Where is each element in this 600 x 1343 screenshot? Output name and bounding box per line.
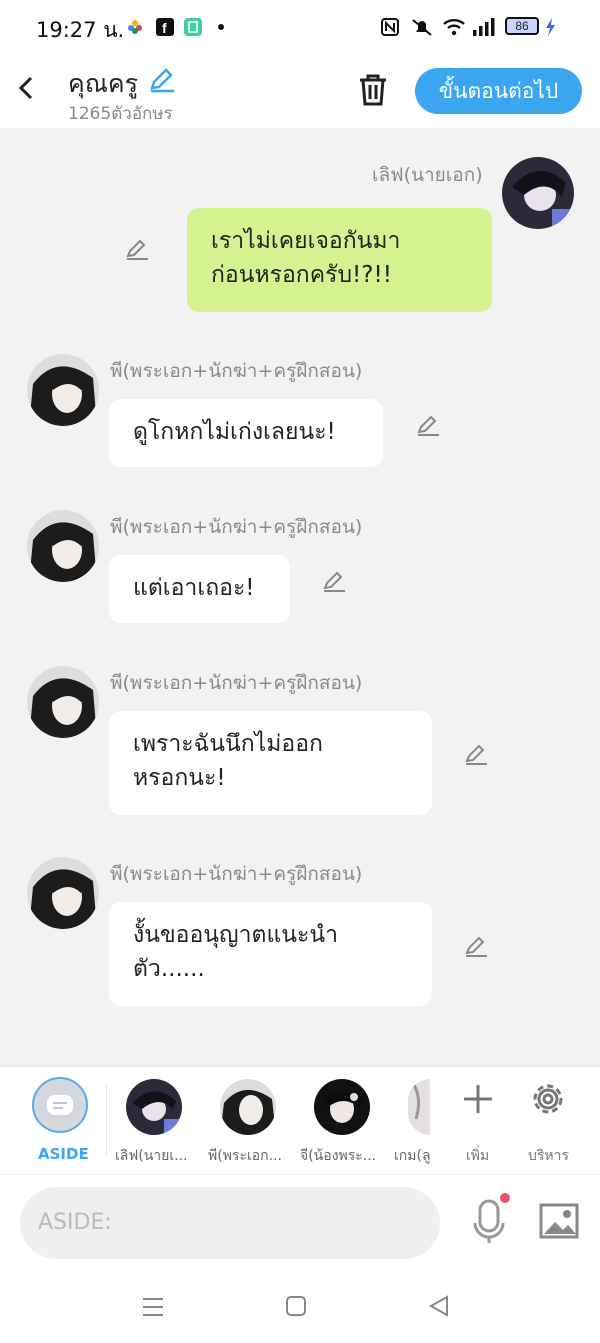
- divider: [106, 1085, 107, 1155]
- home-icon[interactable]: [286, 1296, 306, 1316]
- message-bubble[interactable]: ดูโกหกไม่เก่งเลยนะ!: [109, 399, 383, 467]
- character-avatar[interactable]: [314, 1079, 370, 1135]
- character-name: จี(น้องพระ...: [300, 1148, 377, 1164]
- sender-name: เลิฟ(นายเอก): [372, 164, 483, 186]
- avatar[interactable]: [27, 666, 99, 738]
- back-triangle-icon[interactable]: [428, 1295, 450, 1317]
- character-count: 1265ตัวอักษร: [68, 104, 173, 124]
- page-title: คุณครู: [68, 69, 139, 98]
- chevron-left-icon: [18, 76, 33, 100]
- edit-message-button[interactable]: [415, 412, 441, 442]
- avatar[interactable]: [27, 510, 99, 582]
- avatar[interactable]: [502, 157, 574, 229]
- input-bar: ASIDE:: [0, 1174, 600, 1271]
- pencil-icon: [150, 68, 174, 93]
- message-bubble[interactable]: เพราะฉันนึกไม่ออก หรอกนะ!: [109, 711, 432, 815]
- avatar[interactable]: [27, 354, 99, 426]
- pencil-icon: [465, 744, 487, 765]
- character-name: เลิฟ(นายเ...: [115, 1148, 188, 1164]
- sender-name: พี(พระเอก+นักฆ่า+ครูฝึกสอน): [110, 360, 363, 382]
- next-step-button[interactable]: ขั้นตอนต่อไป: [415, 68, 582, 114]
- photos-icon: [128, 20, 142, 34]
- message-line: เพราะฉันนึกไม่ออก: [133, 731, 323, 757]
- status-bar: 19:27 น. f 86: [0, 0, 600, 56]
- app-header: คุณครู 1265ตัวอักษร ขั้นตอนต่อไป: [0, 56, 600, 128]
- add-label: เพิ่ม: [466, 1148, 490, 1164]
- manage-button[interactable]: บริหาร: [526, 1079, 574, 1164]
- edit-title-button[interactable]: [148, 66, 176, 98]
- message-line: ตัว......: [133, 956, 205, 982]
- image-button[interactable]: [539, 1203, 579, 1239]
- trash-icon: [360, 74, 386, 106]
- edit-message-button[interactable]: [321, 568, 347, 598]
- back-button[interactable]: [16, 74, 38, 110]
- app-icon: [184, 18, 202, 36]
- microphone-icon: [473, 1193, 510, 1243]
- message-line: แต่เอาเถอะ!: [133, 575, 255, 601]
- message-bubble[interactable]: งั้นขออนุญาตแนะนำ ตัว......: [109, 902, 432, 1006]
- mute-icon: [412, 19, 432, 36]
- avatar[interactable]: [27, 857, 99, 929]
- svg-text:f: f: [162, 20, 167, 36]
- character-avatar[interactable]: [220, 1079, 276, 1135]
- pencil-icon: [465, 936, 487, 957]
- character-bar: ASIDE เลิฟ(นายเ... พี(พระเอก... จี(น้องพ…: [0, 1066, 600, 1175]
- signal-icon: [473, 18, 495, 36]
- character-avatar[interactable]: [408, 1079, 430, 1135]
- chat-area: เลิฟ(นายเอก) เราไม่เคยเจอกันมา ก่อนหรอกค…: [0, 128, 600, 1066]
- aside-label: ASIDE: [38, 1145, 89, 1163]
- chat-bubble-icon: [47, 1095, 73, 1115]
- edit-message-button[interactable]: [463, 933, 489, 963]
- pencil-icon: [417, 415, 439, 436]
- aside-button[interactable]: [32, 1077, 88, 1133]
- facebook-icon: f: [156, 18, 174, 36]
- message-line: หรอกนะ!: [133, 765, 226, 791]
- pencil-icon: [323, 571, 345, 592]
- message-line: งั้นขออนุญาตแนะนำ: [133, 922, 339, 948]
- character-avatar[interactable]: [126, 1079, 182, 1135]
- sender-name: พี(พระเอก+นักฆ่า+ครูฝึกสอน): [110, 516, 363, 538]
- menu-icon[interactable]: [142, 1296, 164, 1318]
- plus-icon: [464, 1085, 492, 1113]
- image-icon: [539, 1203, 579, 1239]
- charging-icon: [546, 18, 555, 36]
- nfc-icon: [381, 18, 399, 36]
- message-line: ก่อนหรอกครับ!?!!: [211, 262, 392, 288]
- battery-indicator: 86: [505, 17, 539, 35]
- message-bubble[interactable]: แต่เอาเถอะ!: [109, 555, 290, 623]
- wifi-icon: [443, 19, 465, 36]
- character-name: พี(พระเอก...: [208, 1148, 282, 1164]
- notification-dot-icon: [218, 24, 224, 30]
- message-line: เราไม่เคยเจอกันมา: [211, 228, 401, 254]
- sender-name: พี(พระเอก+นักฆ่า+ครูฝึกสอน): [110, 863, 363, 885]
- sender-name: พี(พระเอก+นักฆ่า+ครูฝึกสอน): [110, 672, 363, 694]
- status-time: 19:27 น.: [36, 18, 125, 42]
- gear-icon: [533, 1084, 563, 1114]
- microphone-button[interactable]: [470, 1193, 510, 1249]
- delete-button[interactable]: [356, 72, 390, 112]
- manage-label: บริหาร: [528, 1148, 570, 1164]
- message-bubble[interactable]: เราไม่เคยเจอกันมา ก่อนหรอกครับ!?!!: [187, 208, 492, 312]
- character-name: เกม(ลู: [394, 1148, 430, 1164]
- add-character-button[interactable]: เพิ่ม: [456, 1079, 500, 1164]
- message-line: ดูโกหกไม่เก่งเลยนะ!: [133, 419, 336, 445]
- system-nav-bar: [0, 1270, 600, 1343]
- edit-message-button[interactable]: [463, 741, 489, 771]
- battery-level: 86: [515, 19, 529, 33]
- edit-message-button[interactable]: [124, 236, 150, 266]
- message-input[interactable]: ASIDE:: [20, 1187, 440, 1259]
- pencil-icon: [126, 239, 148, 260]
